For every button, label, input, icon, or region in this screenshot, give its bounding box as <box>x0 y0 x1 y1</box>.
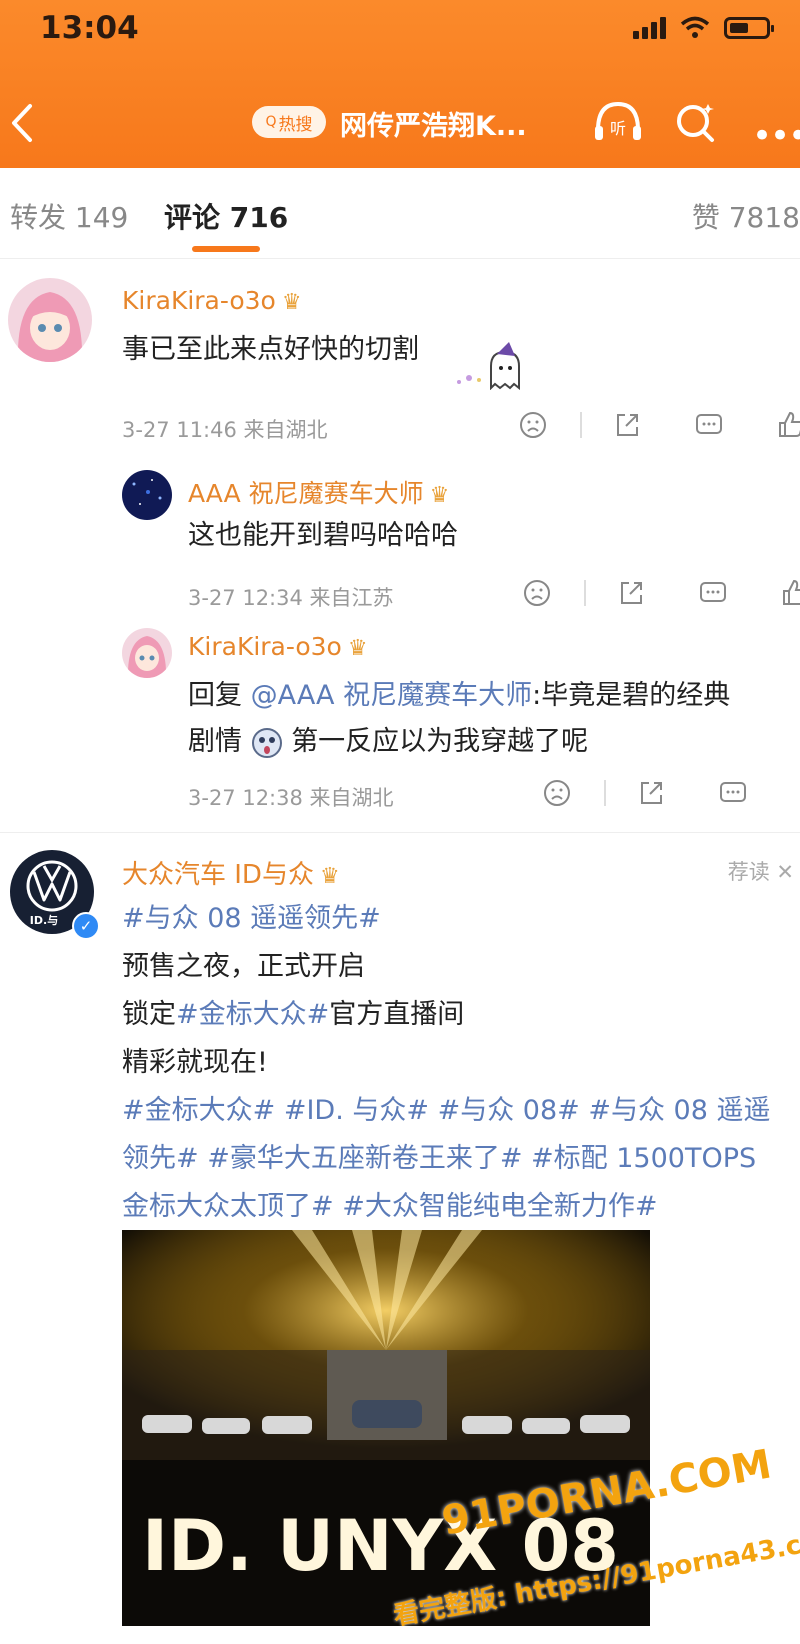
comment-icon[interactable] <box>718 778 748 808</box>
back-icon[interactable] <box>4 98 40 148</box>
comment-meta: 3-27 11:46 来自湖北 <box>122 418 328 442</box>
divider <box>604 780 606 806</box>
comment-text: 回复 @AAA 祝尼魔赛车大师:毕竟是碧的经典 <box>188 680 731 711</box>
status-time: 13:04 <box>40 10 139 46</box>
tab-comments[interactable]: 评论 716 <box>164 196 288 236</box>
avatar[interactable] <box>122 470 172 520</box>
share-icon[interactable] <box>612 410 642 440</box>
crown-icon: ♛ <box>429 483 450 508</box>
more-icon[interactable]: ••• <box>752 116 800 156</box>
section-divider <box>0 832 800 833</box>
post-hashtag[interactable]: #与众 08 遥遥领先# <box>122 896 381 935</box>
status-icons <box>633 16 774 40</box>
comment-icon[interactable] <box>694 410 724 440</box>
share-icon[interactable] <box>616 578 646 608</box>
tab-repost[interactable]: 转发 149 <box>10 196 128 236</box>
user-mention[interactable]: @AAA 祝尼魔赛车大师 <box>251 680 533 711</box>
crown-icon: ♛ <box>319 864 340 889</box>
post-hashtag[interactable]: #金标大众# <box>176 999 329 1030</box>
comment-username[interactable]: AAA 祝尼魔赛车大师 ♛ <box>188 474 449 510</box>
avatar[interactable] <box>122 628 172 678</box>
post-text: 预售之夜，正式开启 <box>122 951 365 982</box>
verified-badge-icon: ✓ <box>72 912 100 940</box>
divider <box>580 412 582 438</box>
dislike-icon[interactable] <box>542 778 572 808</box>
search-small-icon: Q <box>265 114 277 130</box>
comment-icon[interactable] <box>698 578 728 608</box>
comment-text: 事已至此来点好快的切割 <box>122 334 419 365</box>
hot-search-badge[interactable]: Q 热搜 <box>252 106 326 138</box>
signal-icon <box>633 17 666 39</box>
post-hashtags[interactable]: #金标大众# #ID. 与众# #与众 08# #与众 08 遥遥 <box>122 1088 771 1127</box>
comment-text: 这也能开到碧吗哈哈哈 <box>188 520 458 551</box>
top-bar: 13:04 Q 热搜 网传严浩翔K... 听 ••• <box>0 0 800 168</box>
post-text: 锁定#金标大众#官方直播间 <box>122 999 465 1030</box>
wifi-icon <box>680 16 710 38</box>
comment-meta: 3-27 12:38 来自湖北 <box>188 786 394 810</box>
dislike-icon[interactable] <box>522 578 552 608</box>
tab-bar: 转发 149 评论 716 赞 7818 <box>0 168 800 259</box>
like-icon[interactable] <box>780 578 800 608</box>
dislike-icon[interactable] <box>518 410 548 440</box>
page-title[interactable]: 网传严浩翔K... <box>340 104 527 143</box>
post-author[interactable]: 大众汽车 ID与众 ♛ <box>122 854 340 891</box>
comment-username[interactable]: KiraKira-o3o ♛ <box>122 286 302 315</box>
crown-icon: ♛ <box>347 636 368 661</box>
comment-actions: 4 <box>518 410 800 440</box>
comment-username[interactable]: KiraKira-o3o ♛ <box>188 632 368 661</box>
crown-icon: ♛ <box>281 290 302 315</box>
active-tab-indicator <box>192 246 260 252</box>
post-hashtags[interactable]: 领先# #豪华大五座新卷王来了# #标配 1500TOPS <box>122 1136 756 1175</box>
share-icon[interactable] <box>636 778 666 808</box>
search-icon[interactable] <box>670 96 722 148</box>
comment-text: 剧情 第一反应以为我穿越了呢 <box>188 726 589 758</box>
shocked-face-emoji-icon <box>251 727 282 758</box>
comment-meta: 3-27 12:34 来自江苏 <box>188 586 394 610</box>
comment-actions <box>542 778 800 808</box>
svg-text:听: 听 <box>610 119 626 138</box>
headphones-icon[interactable]: 听 <box>590 96 646 148</box>
post-text: 精彩就现在! <box>122 1047 268 1078</box>
tab-likes[interactable]: 赞 7818 <box>692 196 800 236</box>
post-hashtags[interactable]: 金标大众太顶了# #大众智能纯电全新力作# <box>122 1184 657 1223</box>
recommend-close-button[interactable]: 荐读 ✕ <box>728 856 794 886</box>
divider <box>584 580 586 606</box>
ghost-sticker-icon <box>457 342 520 390</box>
like-icon[interactable] <box>776 410 800 440</box>
battery-icon <box>724 17 774 39</box>
comment-actions: 1 <box>522 578 800 608</box>
svg-text:ID.与: ID.与 <box>30 914 58 927</box>
avatar[interactable] <box>8 278 92 362</box>
